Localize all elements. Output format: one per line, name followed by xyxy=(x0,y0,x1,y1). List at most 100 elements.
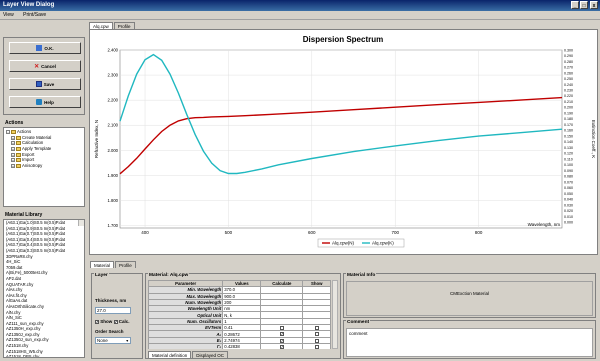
folder-icon xyxy=(16,163,21,168)
tab-displayed-oc[interactable]: Displayed OC xyxy=(192,351,229,358)
library-section: Material Library (A63.1)Ga(1.0)S0.5 In(0… xyxy=(3,211,85,358)
material-title: Material: Alq.cpw xyxy=(148,273,190,278)
y2-tick-label: 0.210 xyxy=(564,100,573,104)
cancel-button[interactable]: ✕ Cancel xyxy=(9,60,81,72)
y2-tick-label: 0.200 xyxy=(564,106,573,110)
show-checkbox[interactable] xyxy=(314,332,319,337)
table-scrollbar[interactable] xyxy=(332,280,338,349)
actions-title: Actions xyxy=(5,120,24,126)
y2-tick-label: 0.220 xyxy=(564,94,573,98)
order-search-select[interactable]: None ▼ xyxy=(95,337,131,344)
y-tick-label: 2.400 xyxy=(108,48,119,53)
show-checkbox[interactable] xyxy=(314,326,319,331)
material-info-box: CMExction Material xyxy=(346,281,593,316)
table-row[interactable]: Γ₀ 0.42838 ✓ xyxy=(148,342,331,349)
close-button[interactable]: x xyxy=(590,1,598,9)
save-icon xyxy=(35,81,42,87)
y2-tick-label: 0.050 xyxy=(564,192,573,196)
show-checkbox[interactable] xyxy=(314,338,319,343)
maximize-button[interactable]: □ xyxy=(580,1,588,9)
param-name: Γ₀ xyxy=(148,342,224,349)
library-scrollbar[interactable] xyxy=(78,220,84,226)
y2-axis-label: Extinction Coeff., K xyxy=(591,120,596,158)
bottom-pane: Material Profile Layer Thickness, nm 27.… xyxy=(89,258,598,360)
y2-tick-label: 0.000 xyxy=(564,221,573,225)
calculate-checkbox[interactable]: ✓ xyxy=(279,344,284,349)
y-tick-label: 1.700 xyxy=(108,223,119,228)
material-info-title: Material Info xyxy=(346,273,377,278)
show-checkbox[interactable] xyxy=(314,344,319,349)
y2-tick-label: 0.290 xyxy=(564,54,573,58)
y-tick-label: 2.000 xyxy=(108,148,119,153)
tab-material[interactable]: Material xyxy=(90,261,115,268)
ok-icon xyxy=(36,45,43,51)
thickness-input[interactable]: 27.0 xyxy=(95,307,131,314)
y2-tick-label: 0.180 xyxy=(564,117,573,121)
menu-view[interactable]: View xyxy=(3,12,14,18)
calculate-checkbox[interactable] xyxy=(279,326,284,331)
y2-tick-label: 0.260 xyxy=(564,71,573,75)
y2-tick-label: 0.270 xyxy=(564,66,573,70)
tab-profile[interactable]: Profile xyxy=(113,22,135,29)
comment-textarea[interactable]: comment xyxy=(346,328,593,357)
y-tick-label: 2.200 xyxy=(108,98,119,103)
x-tick-label: 700 xyxy=(391,230,399,235)
help-icon xyxy=(36,99,43,105)
tab-material-definition[interactable]: Material definition xyxy=(148,351,192,358)
legend-label: Alq.cpw(N) xyxy=(332,241,355,246)
y2-tick-label: 0.060 xyxy=(564,186,573,190)
folder-icon xyxy=(16,152,21,157)
layer-title: Layer xyxy=(94,273,109,278)
y2-tick-label: 0.300 xyxy=(564,48,573,52)
save-button[interactable]: Save xyxy=(9,78,81,90)
param-value[interactable]: 0.42838 xyxy=(222,342,262,349)
calculate-cell[interactable]: ✓ xyxy=(260,342,304,349)
y-tick-label: 1.900 xyxy=(108,173,119,178)
y-axis-label: Refractive Index, N xyxy=(94,120,99,158)
material-info-group: Material Info CMExction Material xyxy=(343,273,596,318)
calc-checkbox[interactable]: ✓ xyxy=(113,319,118,324)
help-button[interactable]: Help xyxy=(9,96,81,108)
folder-icon xyxy=(16,141,21,146)
material-table-wrap: Parameter Values Calculate Show Min. Wav… xyxy=(148,280,331,349)
y2-tick-label: 0.170 xyxy=(564,123,573,127)
minimize-button[interactable]: _ xyxy=(571,1,579,9)
chart-title: Dispersion Spectrum xyxy=(303,35,383,44)
y2-tick-label: 0.190 xyxy=(564,111,573,115)
action-buttons-box: O.K. ✕ Cancel Save Help xyxy=(3,37,85,115)
folder-icon xyxy=(16,146,21,151)
show-cell[interactable] xyxy=(302,342,331,349)
calculate-checkbox[interactable]: ✓ xyxy=(279,332,284,337)
menu-print-save[interactable]: Print/Save xyxy=(23,12,46,18)
tab-bottom-profile[interactable]: Profile xyxy=(115,261,136,268)
actions-tree: - Actions + Create Material + Calculation +… xyxy=(3,127,85,207)
dispersion-chart: Dispersion Spectrum 400 500 600 700 800 2.400… xyxy=(94,35,596,248)
y2-tick-label: 0.130 xyxy=(564,146,573,150)
x-tick-label: 800 xyxy=(475,230,483,235)
y2-tick-label: 0.150 xyxy=(564,134,573,138)
actions-section: Actions - Actions + Create Material + Calcu… xyxy=(3,119,85,209)
material-library-list[interactable]: (A63.1)Ga(1.0)S0.5 In(0.5)P.dat (A63.1)Ga… xyxy=(3,219,85,358)
calculate-checkbox[interactable]: ✓ xyxy=(279,338,284,343)
y2-tick-label: 0.030 xyxy=(564,203,573,207)
chart-area: Dispersion Spectrum 400 500 600 700 800 2.400… xyxy=(89,29,598,255)
y2-tick-label: 0.240 xyxy=(564,83,573,87)
chevron-down-icon: ▼ xyxy=(125,339,129,343)
ok-button[interactable]: O.K. xyxy=(9,42,81,54)
y-tick-label: 1.800 xyxy=(108,198,119,203)
folder-icon xyxy=(16,135,21,140)
comment-group: Comment comment xyxy=(343,320,596,359)
y2-tick-label: 0.230 xyxy=(564,88,573,92)
y-tick-label: 2.100 xyxy=(108,123,119,128)
y2-tick-label: 0.110 xyxy=(564,157,573,161)
comment-title: Comment xyxy=(346,320,371,325)
material-info-text: CMExction Material xyxy=(449,291,489,296)
show-checkbox[interactable]: ✓ xyxy=(95,319,99,324)
cancel-icon: ✕ xyxy=(34,63,40,70)
tree-item-anisotropy[interactable]: + Anisotropy xyxy=(6,163,82,169)
x-tick-label: 400 xyxy=(141,230,149,235)
tab-alq-cpw[interactable]: Alq.cpw xyxy=(89,22,113,29)
y2-tick-label: 0.040 xyxy=(564,198,573,202)
x-tick-label: 500 xyxy=(225,230,233,235)
library-item[interactable]: AZ1518_DPS.chy xyxy=(4,354,84,357)
